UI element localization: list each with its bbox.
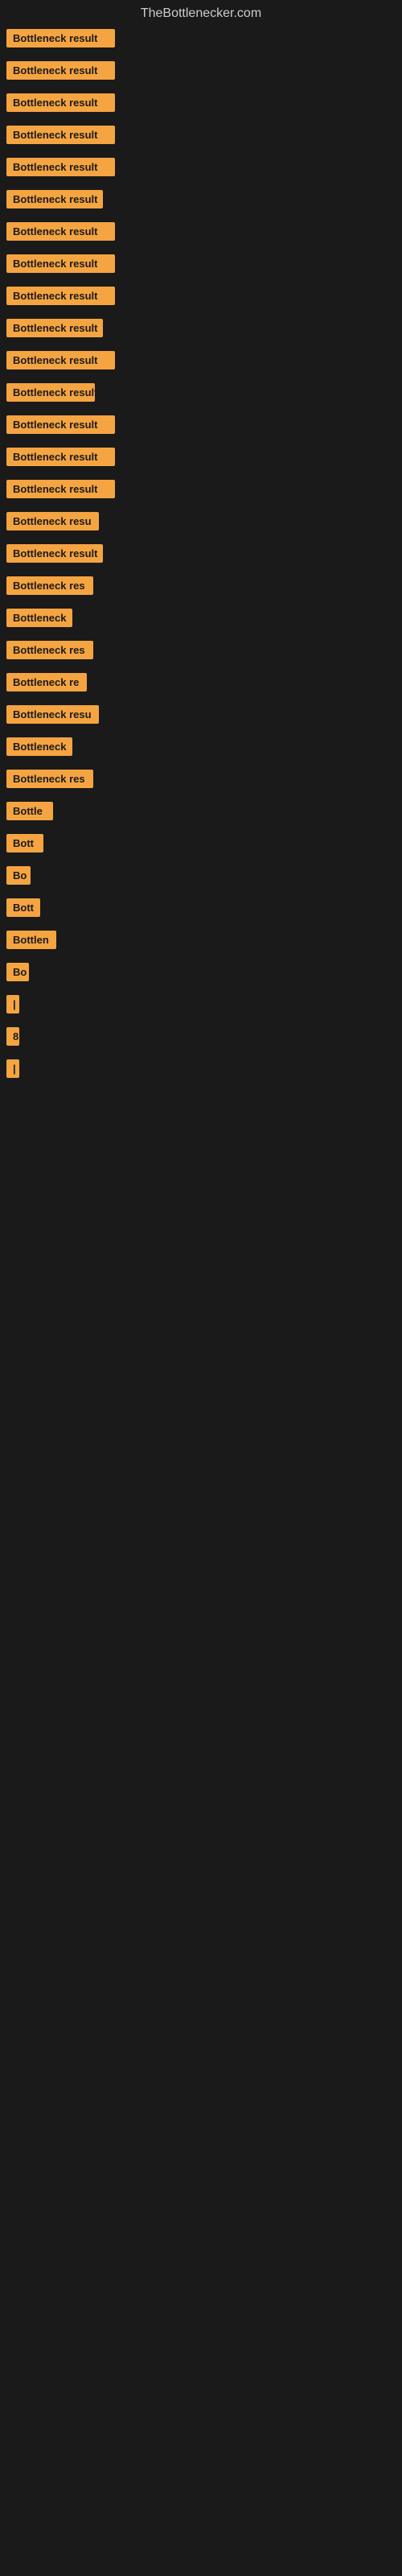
bottleneck-result-label: Bottleneck [6, 737, 72, 756]
bottleneck-result-label: Bott [6, 898, 40, 917]
list-item[interactable]: Bottleneck result [6, 317, 396, 343]
list-item[interactable] [6, 1100, 396, 1103]
list-item[interactable]: | [6, 993, 396, 1019]
list-item[interactable]: Bottleneck resu [6, 510, 396, 536]
list-item[interactable]: Bott [6, 832, 396, 858]
bottleneck-result-label: Bottleneck res [6, 641, 93, 659]
list-item[interactable]: Bottlen [6, 929, 396, 955]
bottleneck-result-label: Bo [6, 963, 29, 981]
bottleneck-result-label: Bottleneck res [6, 770, 93, 788]
list-item[interactable]: Bottleneck result [6, 414, 396, 440]
list-item[interactable]: Bottleneck result [6, 543, 396, 568]
bottleneck-result-label: | [6, 1059, 19, 1078]
list-item[interactable]: | [6, 1058, 396, 1084]
list-item[interactable] [6, 1090, 396, 1093]
bottleneck-result-label: Bottleneck result [6, 319, 103, 337]
bottleneck-result-label: Bottleneck resu [6, 512, 99, 530]
list-item[interactable]: Bottleneck result [6, 188, 396, 214]
list-item[interactable]: Bottleneck res [6, 639, 396, 665]
bottleneck-result-label: Bottleneck result [6, 61, 115, 80]
list-item[interactable]: Bo [6, 865, 396, 890]
bottleneck-result-label: Bottleneck result [6, 351, 115, 369]
list-item[interactable]: Bottleneck res [6, 575, 396, 601]
site-title: TheBottlenecker.com [0, 0, 402, 24]
bottleneck-result-label: Bottleneck [6, 609, 72, 627]
bottleneck-result-label: Bottlen [6, 931, 56, 949]
list-item[interactable]: Bottleneck result [6, 27, 396, 53]
list-item[interactable]: 8 [6, 1026, 396, 1051]
bottleneck-result-label: Bottleneck result [6, 480, 115, 498]
bottleneck-result-label: Bottleneck resu [6, 705, 99, 724]
bottleneck-result-label: Bottleneck result [6, 222, 115, 241]
list-item[interactable]: Bottleneck result [6, 60, 396, 85]
list-item[interactable]: Bottleneck re [6, 671, 396, 697]
list-item[interactable]: Bottleneck [6, 736, 396, 762]
list-item[interactable]: Bottle [6, 800, 396, 826]
bottleneck-result-label: Bottleneck result [6, 190, 103, 208]
bottleneck-result-label: Bottleneck re [6, 673, 87, 691]
list-item[interactable]: Bottleneck result [6, 92, 396, 118]
list-item[interactable]: Bottleneck res [6, 768, 396, 794]
bottleneck-result-label: Bottleneck result [6, 126, 115, 144]
bottleneck-result-label: Bottleneck res [6, 576, 93, 595]
bottleneck-result-label: Bottleneck result [6, 158, 115, 176]
list-item[interactable]: Bottleneck result [6, 221, 396, 246]
list-item[interactable]: Bottleneck [6, 607, 396, 633]
list-item[interactable]: Bottleneck resu [6, 704, 396, 729]
list-item[interactable]: Bottleneck result [6, 446, 396, 472]
list-item[interactable]: Bottleneck result [6, 285, 396, 311]
bottleneck-result-label: Bo [6, 866, 31, 885]
bottleneck-result-label: Bottle [6, 802, 53, 820]
bottleneck-result-label: Bottleneck result [6, 287, 115, 305]
list-item[interactable]: Bottleneck result [6, 124, 396, 150]
bottleneck-result-label: Bottleneck result [6, 383, 95, 402]
bottleneck-result-label: Bottleneck result [6, 415, 115, 434]
bottleneck-result-label: Bottleneck result [6, 544, 103, 563]
list-item[interactable]: Bott [6, 897, 396, 923]
bottleneck-result-label: Bottleneck result [6, 29, 115, 47]
bottleneck-result-label: Bottleneck result [6, 254, 115, 273]
list-item[interactable]: Bottleneck result [6, 156, 396, 182]
list-item[interactable]: Bottleneck result [6, 253, 396, 279]
bottleneck-result-label: Bottleneck result [6, 448, 115, 466]
bottleneck-result-label: Bott [6, 834, 43, 852]
list-item[interactable]: Bottleneck result [6, 478, 396, 504]
list-item[interactable]: Bo [6, 961, 396, 987]
bottleneck-result-label: Bottleneck result [6, 93, 115, 112]
bottleneck-result-label: 8 [6, 1027, 19, 1046]
items-container: Bottleneck result Bottleneck result Bottle… [0, 24, 402, 1113]
list-item[interactable]: Bottleneck result [6, 349, 396, 375]
list-item[interactable]: Bottleneck result [6, 382, 396, 407]
bottleneck-result-label: | [6, 995, 19, 1013]
